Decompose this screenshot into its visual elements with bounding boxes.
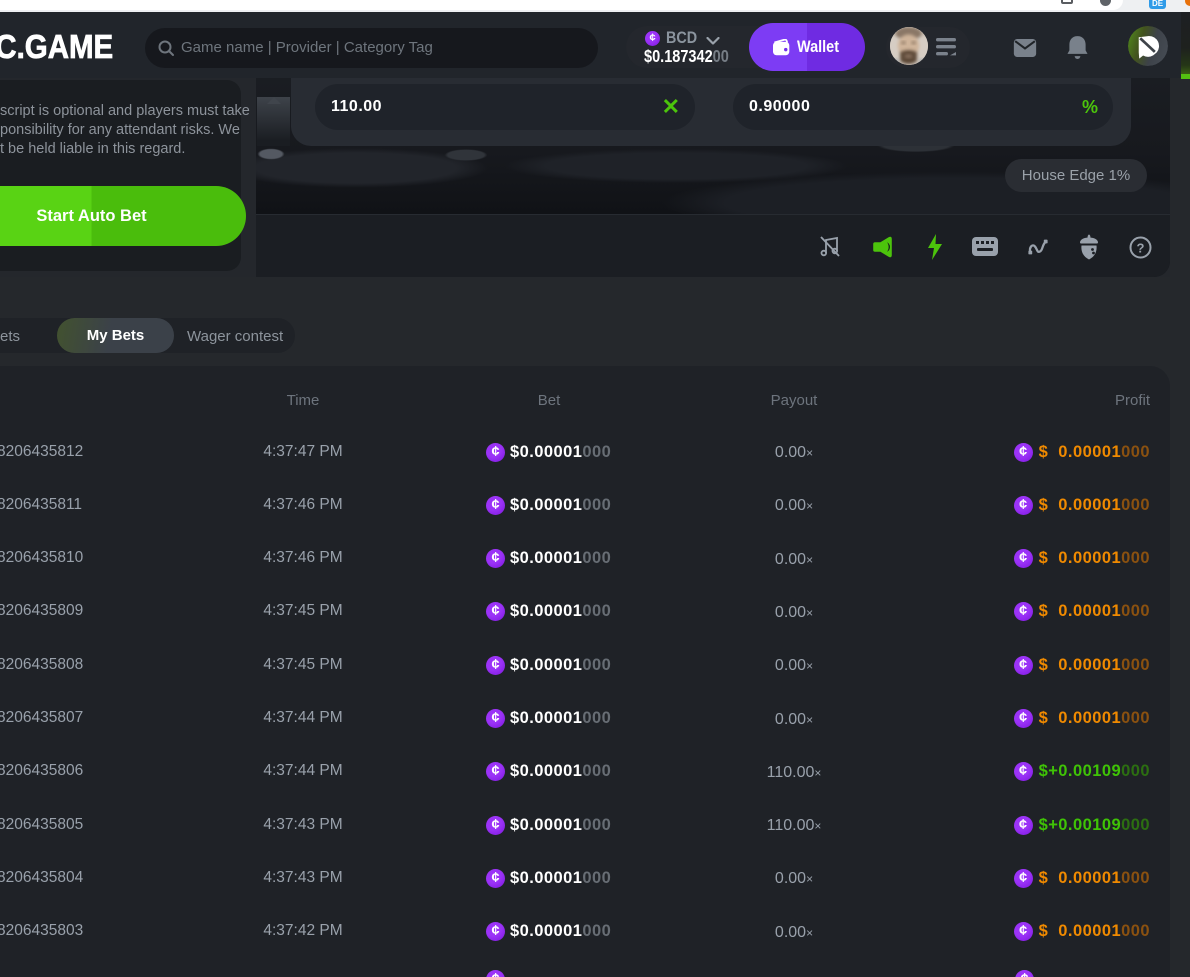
- svg-text:?: ?: [1137, 241, 1145, 256]
